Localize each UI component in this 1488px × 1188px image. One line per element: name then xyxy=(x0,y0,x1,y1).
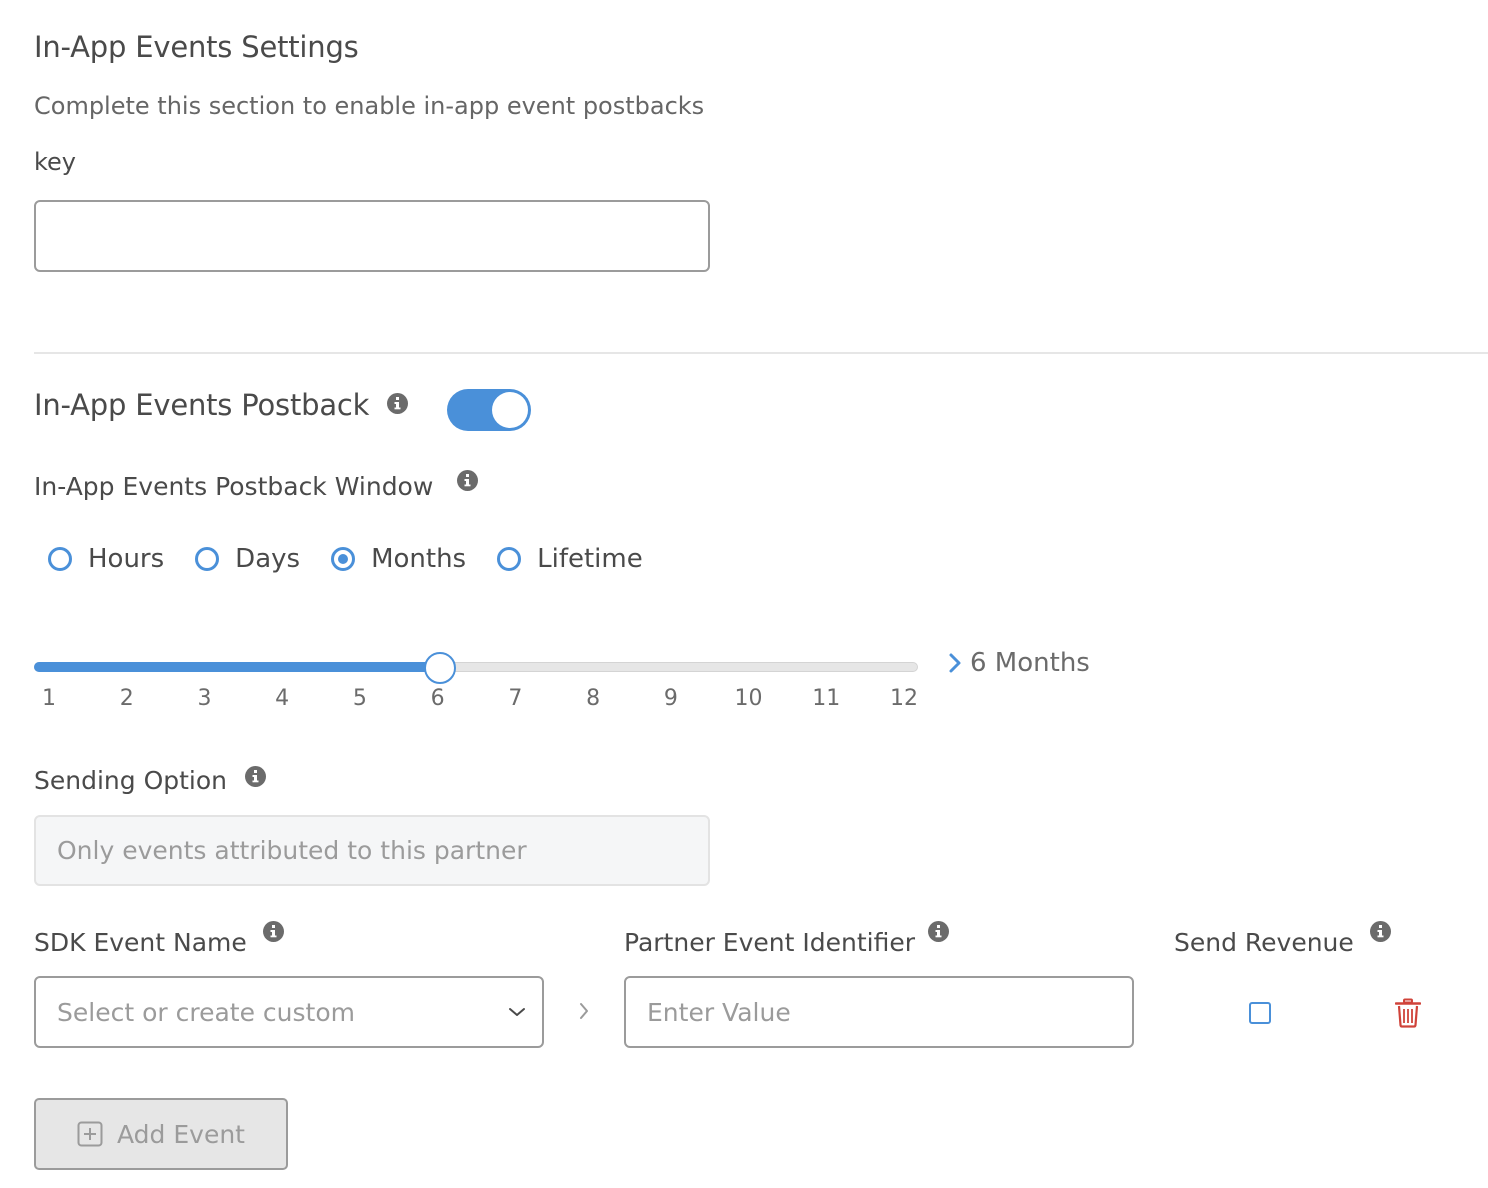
radio-option-days[interactable]: Days xyxy=(195,544,300,574)
info-icon[interactable] xyxy=(245,766,266,787)
chevron-right-icon xyxy=(949,653,961,673)
sending-option-field: Only events attributed to this partner xyxy=(34,815,710,886)
sdk-event-name-label: SDK Event Name xyxy=(34,928,247,957)
radio-circle[interactable] xyxy=(48,547,72,571)
slider-tick-label: 5 xyxy=(352,686,367,711)
radio-circle[interactable] xyxy=(497,547,522,571)
key-input[interactable] xyxy=(34,200,710,272)
partner-event-identifier-label: Partner Event Identifier xyxy=(624,928,915,957)
section-divider xyxy=(34,352,1488,354)
slider-tick-label: 12 xyxy=(890,686,918,711)
radio-circle[interactable] xyxy=(195,547,220,571)
radio-label: Hours xyxy=(88,544,165,574)
slider-tick-label: 3 xyxy=(197,686,212,711)
radio-label: Lifetime xyxy=(537,544,643,574)
sending-option-label: Sending Option xyxy=(34,766,228,795)
slider-value-display: 6 Months xyxy=(948,648,1090,678)
postback-window-label: In-App Events Postback Window xyxy=(34,472,434,501)
slider-tick-label: 9 xyxy=(663,686,678,711)
info-icon[interactable] xyxy=(1370,921,1391,942)
sdk-event-name-select[interactable]: Select or create custom xyxy=(34,976,544,1048)
slider-tick-label: 8 xyxy=(586,686,601,711)
slider-thumb[interactable] xyxy=(424,652,457,684)
slider-tick-label: 2 xyxy=(119,686,134,711)
chevron-right-icon xyxy=(577,1000,591,1026)
section-title-settings: In-App Events Settings xyxy=(34,30,359,64)
radio-option-lifetime[interactable]: Lifetime xyxy=(497,544,643,574)
slider-tick-label: 10 xyxy=(734,686,763,711)
radio-label: Days xyxy=(235,544,301,574)
postback-title: In-App Events Postback xyxy=(34,388,370,422)
radio-label: Months xyxy=(371,544,467,574)
send-revenue-label: Send Revenue xyxy=(1174,928,1354,957)
window-radio-group: Hours Days Months Lifetime xyxy=(48,540,674,578)
info-icon[interactable] xyxy=(457,470,478,491)
add-event-button[interactable]: Add Event xyxy=(34,1098,288,1170)
partner-event-identifier-input[interactable] xyxy=(624,976,1134,1048)
slider-tick-label: 11 xyxy=(812,686,841,711)
trash-icon[interactable] xyxy=(1394,998,1422,1032)
radio-option-months[interactable]: Months xyxy=(331,544,466,574)
slider-tick-label: 6 xyxy=(430,686,445,711)
send-revenue-checkbox[interactable] xyxy=(1249,1002,1271,1024)
radio-circle[interactable] xyxy=(331,547,356,571)
chevron-down-icon xyxy=(509,1008,525,1016)
slider-value-label: 6 Months xyxy=(970,648,1090,678)
info-icon[interactable] xyxy=(387,393,408,414)
info-icon[interactable] xyxy=(263,921,284,942)
plus-square-icon xyxy=(77,1121,103,1147)
slider-tick-label: 1 xyxy=(42,686,56,711)
radio-option-hours[interactable]: Hours xyxy=(48,544,164,574)
section-subtitle: Complete this section to enable in-app e… xyxy=(34,92,705,120)
slider-tick-label: 4 xyxy=(275,686,290,711)
info-icon[interactable] xyxy=(928,921,949,942)
select-placeholder: Select or create custom xyxy=(57,997,355,1027)
postback-toggle[interactable] xyxy=(447,389,531,431)
add-event-label: Add Event xyxy=(117,1119,245,1149)
slider-tick-label: 7 xyxy=(508,686,523,711)
slider-fill xyxy=(34,662,441,672)
toggle-knob xyxy=(492,392,528,428)
key-label: key xyxy=(34,148,77,176)
